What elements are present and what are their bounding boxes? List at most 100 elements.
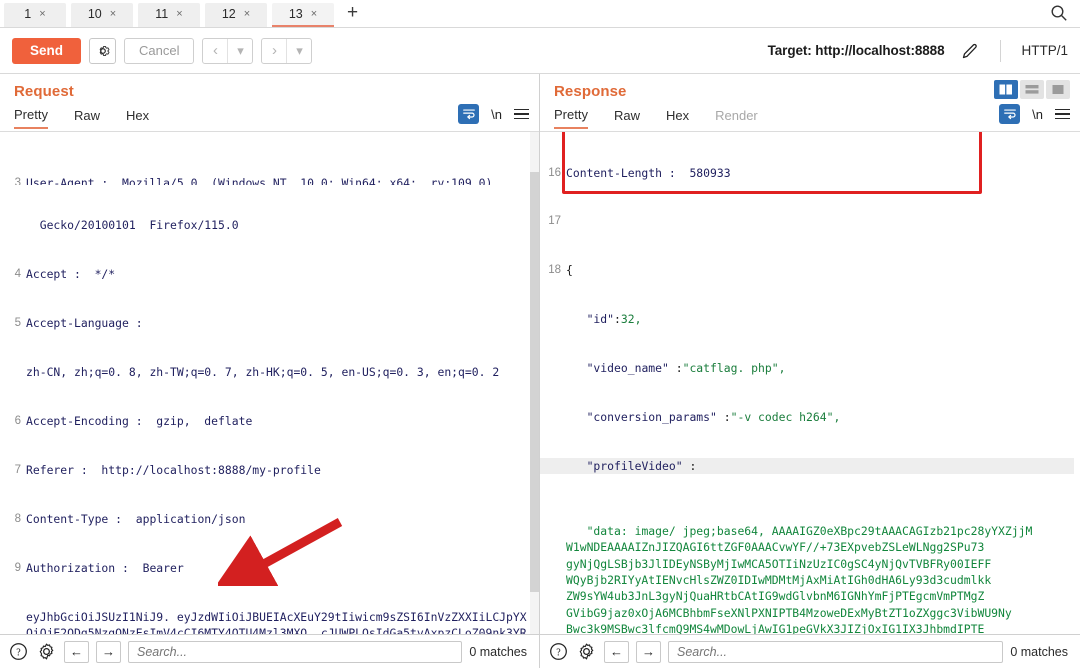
search-previous-button[interactable]: ←	[64, 640, 89, 663]
line-number: 6	[14, 415, 21, 428]
newline-toggle[interactable]: \n	[1032, 107, 1043, 122]
response-pane: Response Pretty Raw Hex Render \n 16 Con…	[540, 74, 1080, 668]
scrollbar-thumb[interactable]	[530, 172, 539, 592]
tab-pretty[interactable]: Pretty	[554, 107, 588, 129]
code-line-conversion-params: "conversion_params" :"-v codec h264",	[540, 409, 1074, 425]
code-line: 7 Referer : http://localhost:8888/my-pro…	[0, 462, 530, 478]
close-icon[interactable]: ×	[311, 8, 317, 20]
response-editor[interactable]: 16 Content-Length : 580933 17 18 { "id":…	[540, 131, 1080, 634]
json-key: "video_name"	[586, 361, 669, 376]
match-count-label: 0 matches	[1010, 644, 1068, 659]
repeater-action-bar: Send Cancel ‹ ▾ › ▾ Target: http://local…	[0, 28, 1080, 74]
gear-icon[interactable]	[36, 641, 57, 662]
line-text: eyJhbGciOiJSUzI1NiJ9. eyJzdWIiOiJBUEIAcX…	[26, 609, 527, 634]
line-number: 7	[14, 463, 21, 476]
send-button[interactable]: Send	[12, 37, 82, 64]
code-line-jwt: eyJhbGciOiJSUzI1NiJ9. eyJzdWIiOiJBUEIAcX…	[0, 609, 530, 634]
code-line-base64-blob: "data: image/ jpeg;base64, AAAAIGZ0eXBpc…	[540, 523, 1074, 634]
pencil-icon[interactable]	[960, 41, 980, 61]
line-text: Referer : http://localhost:8888/my-profi…	[26, 462, 321, 477]
line-text: {	[566, 263, 573, 278]
repeater-tab-1[interactable]: 1 ×	[4, 3, 66, 27]
help-circle-icon[interactable]: ?	[8, 641, 29, 662]
search-input[interactable]	[128, 640, 463, 663]
tab-label: 11	[155, 6, 169, 21]
chevron-down-icon[interactable]: ▾	[228, 39, 252, 63]
split-vertical-layout-button[interactable]	[994, 80, 1018, 99]
help-circle-icon[interactable]: ?	[548, 641, 569, 662]
add-tab-button[interactable]: +	[339, 3, 366, 24]
tab-pretty[interactable]: Pretty	[14, 107, 48, 129]
json-value: "catflag. php",	[682, 361, 786, 376]
request-view-tabs: Pretty Raw Hex \n	[0, 104, 539, 131]
chevron-down-icon[interactable]: ▾	[287, 39, 311, 63]
history-back-button[interactable]: ‹	[203, 39, 227, 63]
protocol-label: HTTP/1	[1021, 43, 1068, 58]
repeater-tab-bar: 1 × 10 × 11 × 12 × 13 × +	[0, 0, 1080, 28]
word-wrap-icon[interactable]	[458, 104, 480, 124]
json-separator: :	[614, 312, 621, 327]
json-separator: :	[716, 410, 731, 425]
response-code[interactable]: 16 Content-Length : 580933 17 18 { "id":…	[540, 132, 1074, 634]
close-icon[interactable]: ×	[39, 8, 45, 20]
line-number: 17	[548, 215, 561, 228]
history-forward-button[interactable]: ›	[262, 39, 286, 63]
single-pane-layout-button[interactable]	[1046, 80, 1070, 99]
word-wrap-icon[interactable]	[999, 104, 1021, 124]
gear-icon[interactable]	[89, 37, 117, 64]
code-line: 4 Accept : */*	[0, 266, 530, 282]
request-editor[interactable]: 3 User-Agent : Mozilla/5.0 (Windows NT 1…	[0, 131, 539, 634]
history-forward-group[interactable]: › ▾	[261, 37, 313, 64]
search-input[interactable]	[668, 640, 1004, 663]
hamburger-menu-icon[interactable]	[514, 108, 529, 120]
split-horizontal-layout-button[interactable]	[1020, 80, 1044, 99]
json-key: "conversion_params"	[586, 410, 717, 425]
cancel-button[interactable]: Cancel	[124, 37, 195, 64]
line-text: "video_name" :"catflag. php",	[566, 360, 1074, 376]
code-line: 8 Content-Type : application/json	[0, 511, 530, 527]
tab-raw[interactable]: Raw	[614, 108, 640, 128]
close-icon[interactable]: ×	[110, 8, 116, 20]
search-icon[interactable]	[1050, 4, 1068, 22]
line-text: Accept-Encoding : gzip, deflate	[26, 414, 253, 429]
newline-toggle[interactable]: \n	[491, 107, 502, 122]
search-previous-button[interactable]: ←	[604, 640, 629, 663]
close-icon[interactable]: ×	[244, 8, 250, 20]
repeater-tab-11[interactable]: 11 ×	[138, 3, 200, 27]
history-back-group[interactable]: ‹ ▾	[202, 37, 254, 64]
hamburger-menu-icon[interactable]	[1055, 108, 1070, 120]
request-code[interactable]: 3 User-Agent : Mozilla/5.0 (Windows NT 1…	[0, 132, 530, 634]
repeater-tab-13[interactable]: 13 ×	[272, 3, 334, 27]
line-number: 3	[14, 176, 21, 185]
code-line-id: "id":32,	[540, 311, 1074, 327]
code-line: 6 Accept-Encoding : gzip, deflate	[0, 413, 530, 429]
code-line: 9 Authorization : Bearer	[0, 560, 530, 576]
line-text: "profileVideo" :	[566, 458, 1074, 474]
code-line: 3 User-Agent : Mozilla/5.0 (Windows NT 1…	[0, 175, 530, 185]
target-label: Target: http://localhost:8888	[767, 43, 945, 58]
json-separator: :	[668, 361, 683, 376]
line-number: 4	[14, 268, 21, 281]
line-text: Accept-Language :	[26, 316, 143, 331]
gear-icon[interactable]	[576, 641, 597, 662]
request-editor-tools: \n	[458, 104, 529, 124]
tab-hex[interactable]: Hex	[666, 108, 689, 128]
tab-label: 10	[87, 6, 102, 21]
tab-label: 1	[24, 6, 32, 21]
code-line: 17	[540, 213, 1074, 229]
tab-hex[interactable]: Hex	[126, 108, 149, 128]
tab-raw[interactable]: Raw	[74, 108, 100, 128]
line-number: 9	[14, 561, 21, 574]
request-search-bar: ? ← → 0 matches	[0, 634, 539, 668]
match-count-label: 0 matches	[469, 644, 527, 659]
repeater-tab-10[interactable]: 10 ×	[71, 3, 133, 27]
repeater-tab-12[interactable]: 12 ×	[205, 3, 267, 27]
close-icon[interactable]: ×	[176, 8, 182, 20]
code-line: 16 Content-Length : 580933	[540, 165, 1074, 181]
search-next-button[interactable]: →	[96, 640, 121, 663]
search-next-button[interactable]: →	[636, 640, 661, 663]
line-number: 18	[548, 264, 561, 277]
request-vertical-scrollbar[interactable]	[530, 132, 539, 634]
code-line-video-name: "video_name" :"catflag. php",	[540, 360, 1074, 376]
tab-render[interactable]: Render	[715, 108, 758, 128]
